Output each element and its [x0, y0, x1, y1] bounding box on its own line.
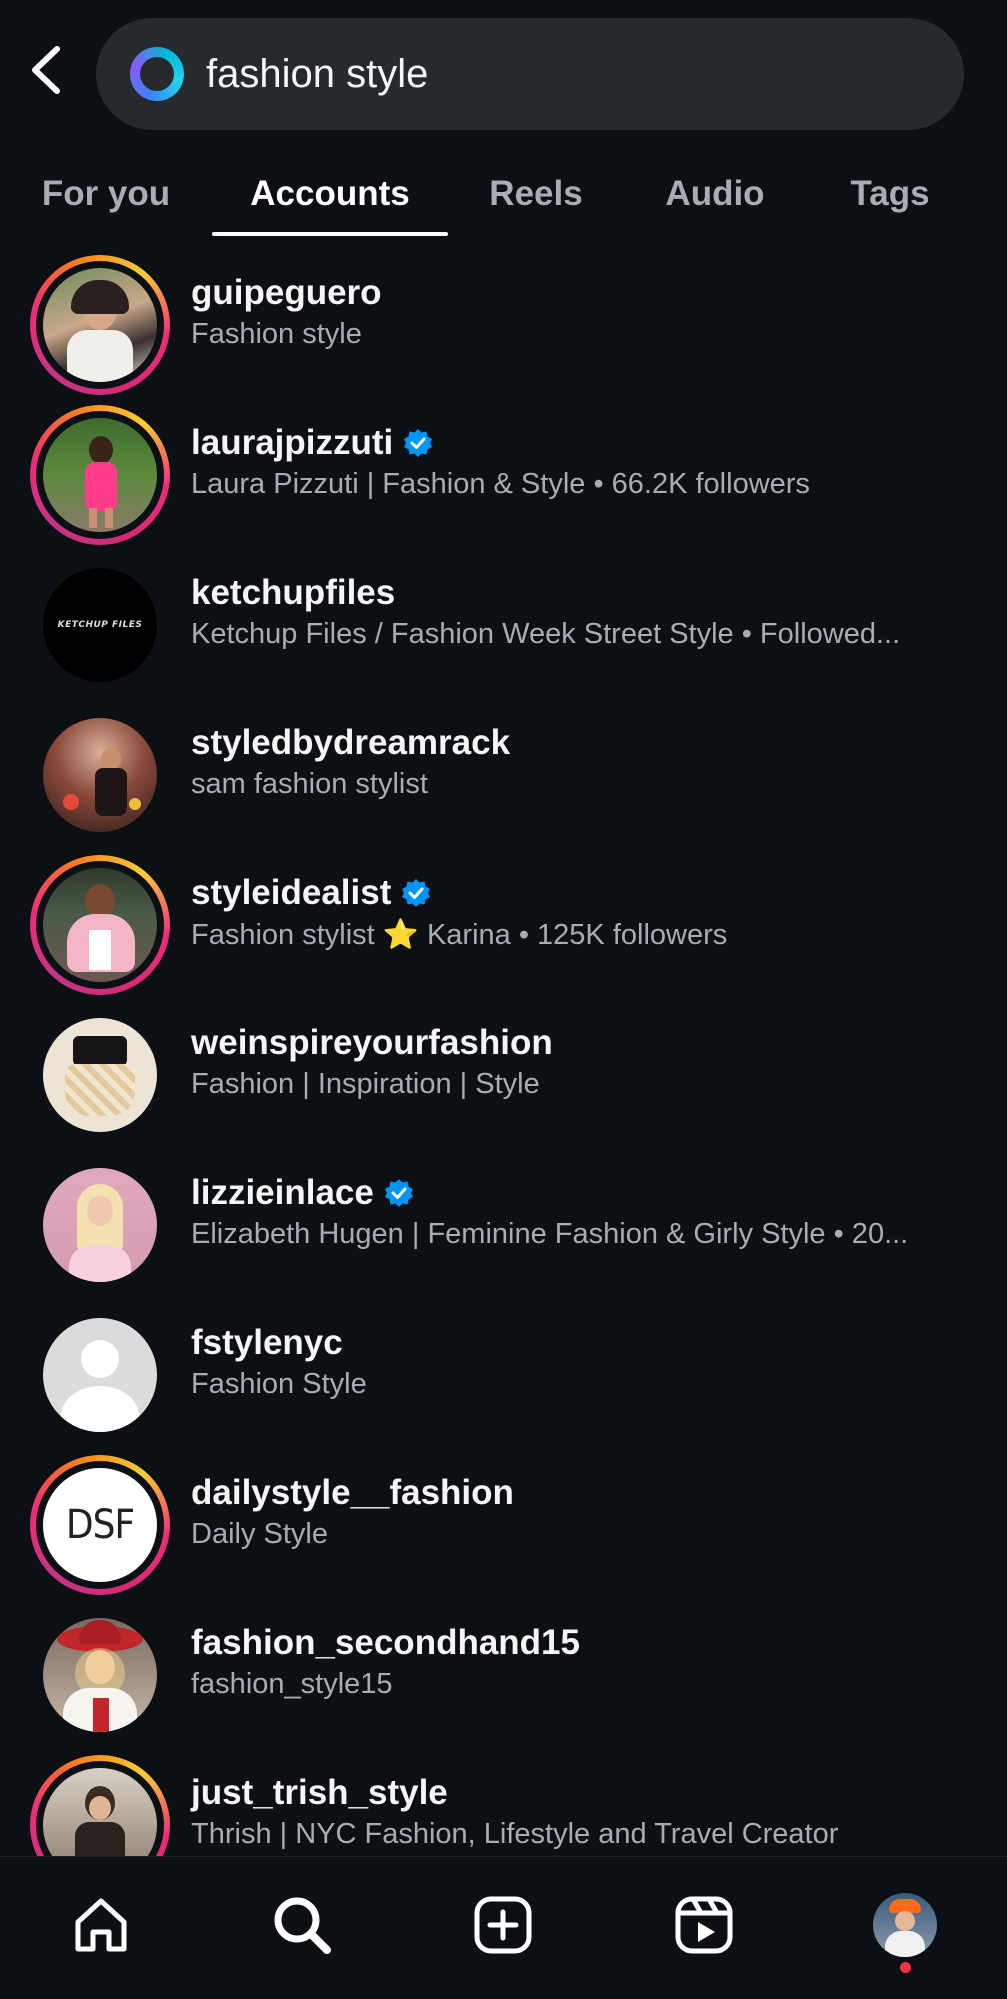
default-avatar-icon: [43, 1318, 157, 1432]
avatar-logo-text: DSF: [65, 1502, 135, 1548]
notification-dot: [900, 1962, 911, 1973]
home-icon: [75, 1898, 127, 1952]
username: fstylenyc: [191, 1323, 343, 1362]
nav-profile[interactable]: [865, 1885, 945, 1965]
story-ring: [30, 1755, 170, 1856]
account-subtitle: Ketchup Files / Fashion Week Street Styl…: [191, 618, 901, 650]
account-subtitle: fashion_style15: [191, 1668, 393, 1700]
account-subtitle: Laura Pizzuti | Fashion & Style • 66.2K …: [191, 468, 810, 500]
meta-ai-icon: [130, 47, 184, 101]
avatar: DSF: [43, 1468, 157, 1582]
list-item[interactable]: guipeguero Fashion style: [0, 246, 1007, 396]
verified-badge-icon: [384, 1179, 413, 1207]
profile-avatar: [873, 1893, 937, 1957]
account-subtitle: Fashion | Inspiration | Style: [191, 1068, 540, 1100]
verified-badge-icon: [404, 429, 433, 457]
nav-home[interactable]: [61, 1885, 141, 1965]
story-ring: DSF: [30, 1455, 170, 1595]
account-subtitle: Thrish | NYC Fashion, Lifestyle and Trav…: [191, 1818, 839, 1850]
username: fashion_secondhand15: [191, 1623, 580, 1662]
app-root: fashion style For you Accounts Reels Aud…: [0, 0, 1007, 1999]
username: just_trish_style: [191, 1773, 448, 1812]
tab-for-you[interactable]: For you: [20, 150, 192, 238]
username: styleidealist: [191, 873, 392, 912]
list-item[interactable]: fstylenyc Fashion Style: [0, 1296, 1007, 1446]
avatar: [43, 868, 157, 982]
account-subtitle: Daily Style: [191, 1518, 328, 1550]
list-item[interactable]: laurajpizzuti Laura Pizzuti | Fashion & …: [0, 396, 1007, 546]
username: guipeguero: [191, 273, 382, 312]
story-ring: [30, 855, 170, 995]
search-tabs: For you Accounts Reels Audio Tags: [0, 150, 1007, 238]
create-icon: [474, 1896, 532, 1954]
avatar-logo-text: KETCHUP FILES: [57, 620, 143, 630]
username: weinspireyourfashion: [191, 1023, 553, 1062]
avatar: [43, 268, 157, 382]
account-subtitle: Elizabeth Hugen | Feminine Fashion & Gir…: [191, 1218, 909, 1250]
list-item[interactable]: weinspireyourfashion Fashion | Inspirati…: [0, 996, 1007, 1146]
story-ring: [30, 405, 170, 545]
verified-badge-icon: [402, 879, 431, 907]
avatar: [43, 418, 157, 532]
tab-reels[interactable]: Reels: [470, 150, 602, 238]
list-item[interactable]: KETCHUP FILES ketchupfiles Ketchup Files…: [0, 546, 1007, 696]
avatar: [43, 1768, 157, 1856]
chevron-left-icon: [32, 46, 60, 94]
nav-reels[interactable]: [664, 1885, 744, 1965]
story-ring: [30, 255, 170, 395]
tab-tags[interactable]: Tags: [826, 150, 954, 238]
nav-create[interactable]: [463, 1885, 543, 1965]
bottom-nav: [0, 1856, 1007, 1999]
tab-audio[interactable]: Audio: [640, 150, 790, 238]
reels-icon: [675, 1896, 733, 1954]
account-subtitle: Fashion stylist ⭐ Karina • 125K follower…: [191, 919, 728, 951]
username: lizzieinlace: [191, 1173, 374, 1212]
list-item[interactable]: styleidealist Fashion stylist ⭐ Karina •…: [0, 846, 1007, 996]
nav-search[interactable]: [262, 1885, 342, 1965]
avatar: [43, 1168, 157, 1282]
account-subtitle: Fashion Style: [191, 1368, 367, 1400]
search-query: fashion style: [206, 51, 429, 96]
list-item[interactable]: fashion_secondhand15 fashion_style15: [0, 1596, 1007, 1746]
avatar: [43, 1618, 157, 1732]
search-icon: [274, 1897, 331, 1954]
account-subtitle: sam fashion stylist: [191, 768, 428, 800]
avatar: KETCHUP FILES: [43, 568, 157, 682]
active-tab-indicator: [212, 232, 448, 236]
username: styledbydreamrack: [191, 723, 511, 762]
username: dailystyle__fashion: [191, 1473, 514, 1512]
username: ketchupfiles: [191, 573, 396, 612]
username: laurajpizzuti: [191, 423, 394, 462]
list-item[interactable]: styledbydreamrack sam fashion stylist: [0, 696, 1007, 846]
back-button[interactable]: [18, 38, 74, 102]
list-item[interactable]: lizzieinlace Elizabeth Hugen | Feminine …: [0, 1146, 1007, 1296]
avatar: [43, 718, 157, 832]
search-header: fashion style: [0, 0, 1007, 140]
accounts-list: guipeguero Fashion style laurajpizzuti L…: [0, 246, 1007, 1856]
list-item[interactable]: DSF dailystyle__fashion Daily Style: [0, 1446, 1007, 1596]
list-item[interactable]: just_trish_style Thrish | NYC Fashion, L…: [0, 1746, 1007, 1856]
avatar: [43, 1018, 157, 1132]
tab-accounts[interactable]: Accounts: [212, 150, 448, 238]
search-input[interactable]: fashion style: [96, 18, 964, 130]
account-subtitle: Fashion style: [191, 318, 362, 350]
